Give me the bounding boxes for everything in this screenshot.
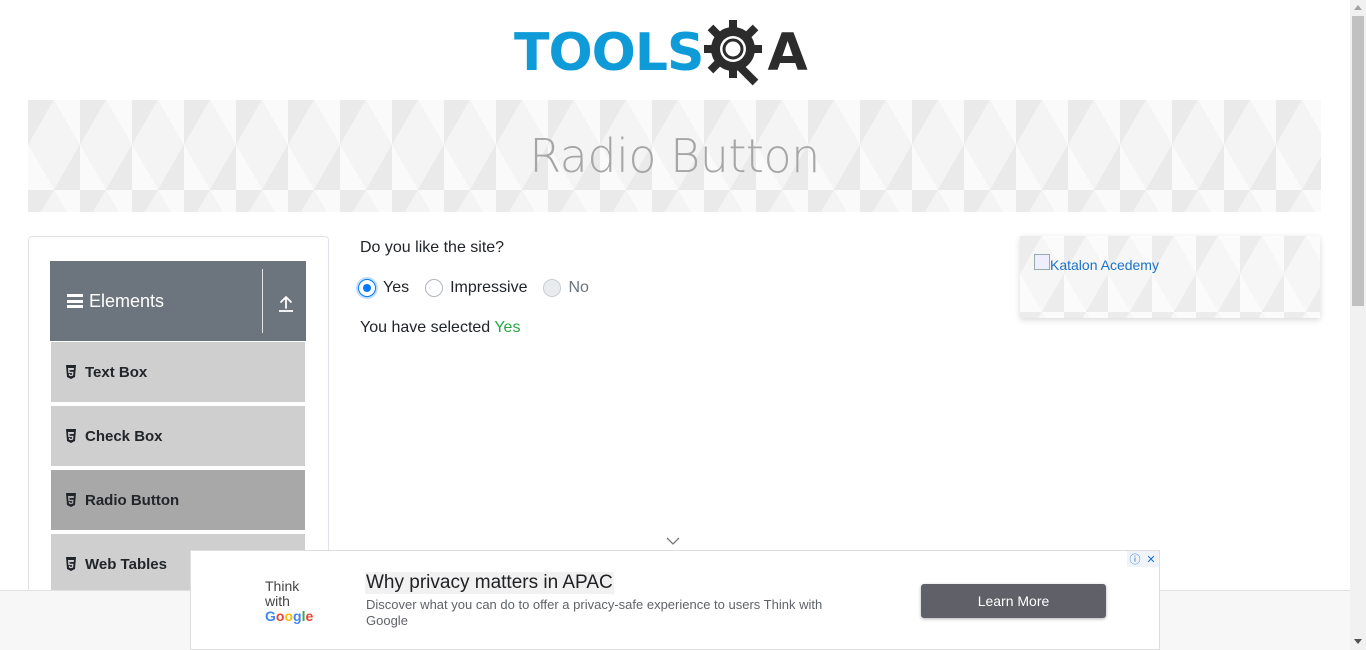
chevron-down-icon[interactable] xyxy=(666,536,680,546)
sidebar-item-label: Web Tables xyxy=(85,555,167,573)
scroll-down-icon[interactable] xyxy=(1354,639,1362,644)
logo-text-a: A xyxy=(767,23,808,83)
page: TOOLS A Radio Button Elements Text Box C… xyxy=(0,0,1366,650)
ad-info-icon[interactable]: ⓘ xyxy=(1127,551,1143,567)
ad-alt-text[interactable]: Katalon Acedemy xyxy=(1050,257,1159,273)
result-prefix: You have selected xyxy=(360,319,491,336)
ad-controls: ⓘ ✕ xyxy=(1127,551,1159,567)
radio-yes[interactable]: Yes xyxy=(358,279,409,297)
selection-result: You have selected Yes xyxy=(360,319,520,337)
question-text: Do you like the site? xyxy=(360,239,505,256)
radio-impressive-input[interactable] xyxy=(425,279,444,297)
toolsqa-logo[interactable]: TOOLS A xyxy=(514,14,838,92)
sidebar-item-radio-button[interactable]: Radio Button xyxy=(51,470,305,532)
radio-yes-input[interactable] xyxy=(358,279,376,297)
result-value: Yes xyxy=(494,319,521,336)
katalon-ad[interactable]: Katalon Acedemy xyxy=(1020,236,1320,318)
bottom-ad[interactable]: ⓘ ✕ Think with Google Why privacy matter… xyxy=(190,550,1160,650)
radio-group: Yes Impressive No xyxy=(358,279,605,297)
think-with-google-logo: Think with Google xyxy=(265,579,313,624)
gear-magnifier-icon xyxy=(704,20,763,86)
html5-icon xyxy=(66,429,76,443)
ad-headline[interactable]: Why privacy matters in APAC xyxy=(365,572,614,594)
sidebar-item-label: Radio Button xyxy=(85,491,180,509)
html5-icon xyxy=(66,557,76,571)
scroll-up-icon[interactable] xyxy=(1354,5,1362,10)
hamburger-icon xyxy=(67,294,83,308)
logo-google: Google xyxy=(265,608,314,624)
sidebar-group-title: Elements xyxy=(89,290,165,311)
page-banner: Radio Button xyxy=(28,100,1321,212)
radio-no: No xyxy=(543,279,589,297)
sidebar-group-elements[interactable]: Elements xyxy=(50,261,306,341)
logo-think: Think xyxy=(265,578,300,594)
header-divider xyxy=(262,269,263,333)
sidebar-item-check-box[interactable]: Check Box xyxy=(51,406,305,468)
radio-no-input xyxy=(543,279,562,297)
ad-description: Discover what you can do to offer a priv… xyxy=(366,597,823,628)
learn-more-button[interactable]: Learn More xyxy=(921,584,1106,618)
ad-close-icon[interactable]: ✕ xyxy=(1143,551,1159,567)
radio-yes-label[interactable]: Yes xyxy=(383,279,409,297)
radio-impressive[interactable]: Impressive xyxy=(425,279,527,297)
sidebar-item-text-box[interactable]: Text Box xyxy=(51,342,305,404)
html5-icon xyxy=(66,493,76,507)
vertical-scrollbar[interactable] xyxy=(1350,0,1366,650)
radio-impressive-label[interactable]: Impressive xyxy=(450,279,527,297)
logo-with: with xyxy=(265,593,290,609)
sidebar-item-label: Check Box xyxy=(85,427,163,445)
radio-no-label: No xyxy=(568,279,589,296)
sidebar-item-label: Text Box xyxy=(85,363,148,381)
broken-image[interactable]: Katalon Acedemy xyxy=(1034,254,1159,273)
scrollbar-thumb[interactable] xyxy=(1352,16,1364,306)
sidebar: Elements Text Box Check Box Radio Button… xyxy=(28,236,329,596)
page-title: Radio Button xyxy=(529,129,820,183)
upload-icon[interactable] xyxy=(278,295,294,313)
broken-image-icon xyxy=(1034,254,1050,270)
html5-icon xyxy=(66,365,76,379)
logo-text-tools: TOOLS xyxy=(514,23,704,83)
